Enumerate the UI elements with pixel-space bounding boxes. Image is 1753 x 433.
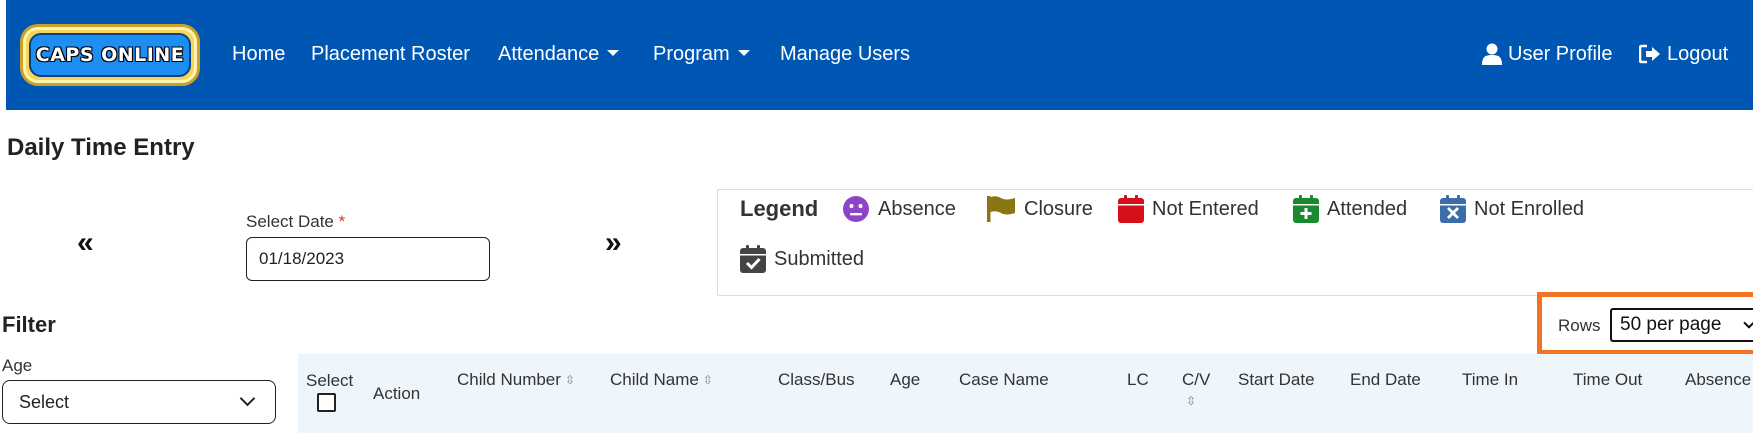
nav-placement-roster[interactable]: Placement Roster bbox=[311, 42, 470, 66]
age-filter-label: Age bbox=[2, 356, 33, 375]
next-date-button[interactable]: » bbox=[605, 228, 622, 258]
legend-label-not-entered: Not Entered bbox=[1152, 197, 1259, 220]
rows-per-page-value: 50 per page bbox=[1620, 314, 1722, 335]
logo-text: CAPS ONLINE bbox=[35, 44, 185, 66]
calendar-check-icon bbox=[740, 245, 766, 273]
column-header-lc: LC bbox=[1127, 370, 1149, 389]
sign-out-icon bbox=[1639, 44, 1660, 64]
column-header-class-bus: Class/Bus bbox=[778, 370, 855, 389]
legend-label-attended: Attended bbox=[1327, 197, 1408, 220]
nav-logout[interactable]: Logout bbox=[1639, 42, 1728, 66]
calendar-plus-icon bbox=[1293, 195, 1319, 223]
chevron-down-icon bbox=[1743, 317, 1753, 329]
child-number-label: Child Number bbox=[457, 370, 561, 389]
legend-title: Legend bbox=[740, 196, 819, 221]
column-header-child-name[interactable]: Child Name ⇳ bbox=[610, 370, 713, 390]
filter-next-label-cut bbox=[2, 424, 62, 433]
column-header-absence: Absence bbox=[1685, 370, 1752, 389]
legend-item-closure: Closure bbox=[986, 195, 1093, 223]
legend-panel: Legend Absence Closure Not Entered Atten… bbox=[717, 189, 1753, 296]
column-header-age: Age bbox=[890, 370, 921, 389]
flag-icon bbox=[987, 196, 1015, 222]
column-header-action: Action bbox=[373, 384, 421, 403]
legend-label-closure: Closure bbox=[1024, 197, 1093, 220]
nav-home[interactable]: Home bbox=[232, 42, 285, 66]
filter-title: Filter bbox=[2, 312, 56, 337]
column-header-select: Select bbox=[306, 371, 354, 390]
user-profile-label: User Profile bbox=[1508, 43, 1613, 65]
column-header-start-date: Start Date bbox=[1238, 370, 1315, 389]
face-neutral-icon bbox=[843, 196, 869, 222]
caret-down-icon bbox=[737, 50, 750, 56]
nav-attendance-label: Attendance bbox=[498, 43, 600, 65]
column-header-time-out: Time Out bbox=[1573, 370, 1643, 389]
legend-item-attended: Attended bbox=[1293, 195, 1407, 223]
rows-per-page-select[interactable]: 50 per page bbox=[1610, 308, 1753, 342]
column-header-cv[interactable]: C/V ⇳ bbox=[1182, 370, 1210, 411]
table-header: Select Action Child Number ⇳ Child Name ⇳ … bbox=[298, 354, 1753, 433]
column-header-end-date: End Date bbox=[1350, 370, 1421, 389]
nav-program-dropdown[interactable]: Program bbox=[653, 42, 750, 66]
logo-plate: CAPS ONLINE bbox=[29, 33, 191, 77]
legend-item-absence: Absence bbox=[842, 195, 956, 223]
sort-icon: ⇳ bbox=[1186, 394, 1197, 408]
child-name-label: Child Name bbox=[610, 370, 699, 389]
sort-icon: ⇳ bbox=[564, 373, 575, 387]
legend-item-not-entered: Not Entered bbox=[1118, 195, 1259, 223]
logout-label: Logout bbox=[1667, 43, 1729, 65]
column-header-time-in: Time In bbox=[1462, 370, 1519, 389]
select-date-input[interactable] bbox=[246, 237, 490, 281]
previous-date-button[interactable]: « bbox=[77, 228, 94, 258]
legend-label-submitted: Submitted bbox=[774, 247, 865, 270]
top-navbar: CAPS ONLINE Home Placement Roster Attend… bbox=[6, 0, 1753, 110]
legend-label-not-enrolled: Not Enrolled bbox=[1474, 197, 1585, 220]
sort-icon: ⇳ bbox=[702, 373, 713, 387]
chevron-down-icon bbox=[239, 390, 256, 407]
cv-label: C/V bbox=[1182, 370, 1211, 389]
nav-manage-users[interactable]: Manage Users bbox=[780, 42, 910, 66]
select-date-label-text: Select Date bbox=[246, 212, 334, 231]
calendar-icon bbox=[1118, 195, 1144, 223]
rows-label: Rows bbox=[1558, 316, 1601, 335]
user-icon bbox=[1482, 43, 1502, 65]
required-asterisk: * bbox=[338, 212, 346, 231]
select-date-label: Select Date * bbox=[246, 212, 345, 232]
nav-attendance-dropdown[interactable]: Attendance bbox=[498, 42, 620, 66]
caret-down-icon bbox=[607, 50, 620, 56]
page-title: Daily Time Entry bbox=[7, 134, 195, 161]
nav-user-profile[interactable]: User Profile bbox=[1482, 42, 1612, 66]
column-header-child-number[interactable]: Child Number ⇳ bbox=[457, 370, 575, 390]
calendar-x-icon bbox=[1440, 195, 1466, 223]
age-filter-select[interactable]: Select bbox=[2, 380, 276, 424]
legend-item-submitted: Submitted bbox=[740, 245, 864, 273]
legend-item-not-enrolled: Not Enrolled bbox=[1440, 195, 1584, 223]
caps-online-logo[interactable]: CAPS ONLINE bbox=[20, 24, 200, 86]
age-filter-value: Select bbox=[19, 391, 70, 412]
column-header-case-name: Case Name bbox=[959, 370, 1049, 389]
nav-program-label: Program bbox=[653, 43, 730, 65]
select-all-checkbox[interactable] bbox=[317, 393, 336, 412]
legend-label-absence: Absence bbox=[878, 197, 956, 220]
